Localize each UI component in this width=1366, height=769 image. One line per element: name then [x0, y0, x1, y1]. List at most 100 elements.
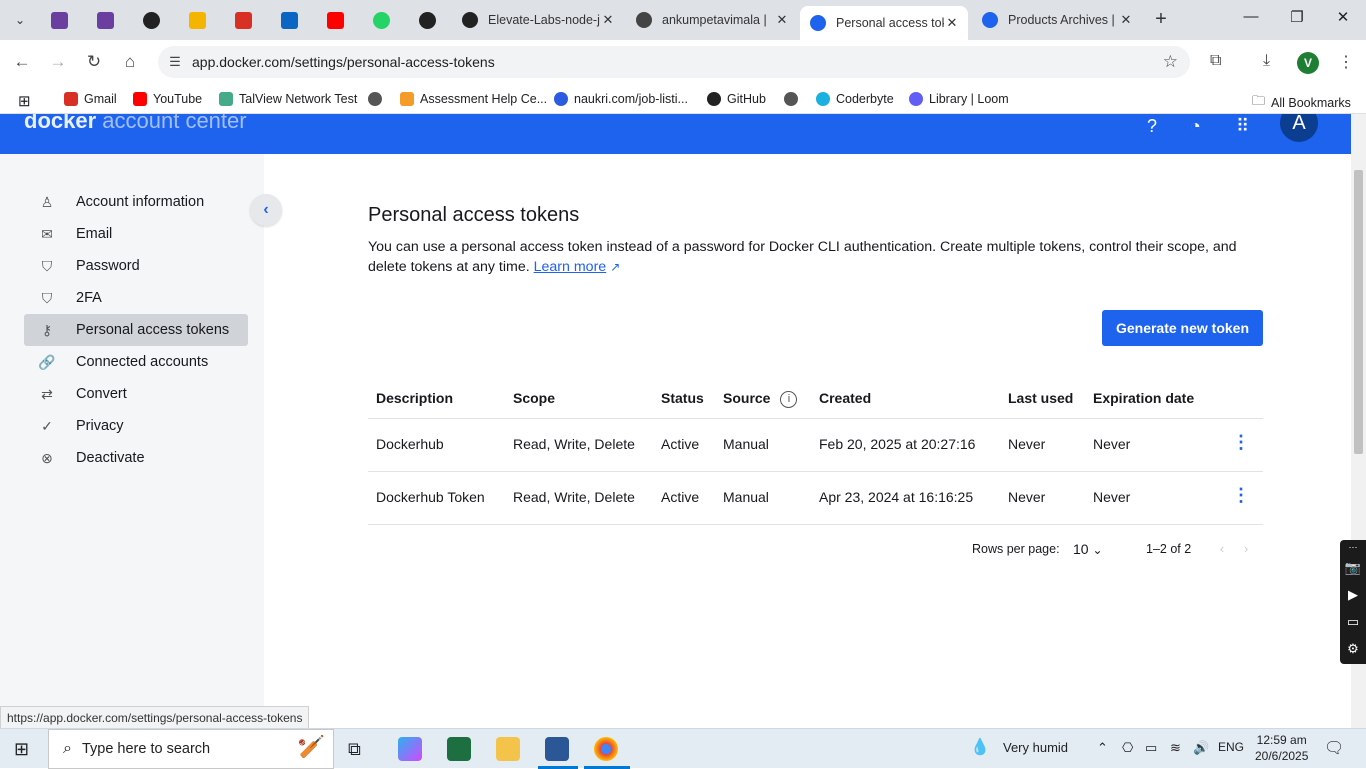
- user-avatar[interactable]: A: [1280, 114, 1318, 142]
- back-arrow-icon[interactable]: ←: [10, 52, 34, 72]
- bookmark-star-icon[interactable]: ☆: [1163, 52, 1178, 72]
- tab-elevate-labs[interactable]: Elevate-Labs-node-j ✕: [452, 6, 624, 34]
- help-icon[interactable]: ?: [1147, 116, 1157, 137]
- wifi-icon[interactable]: ≋: [1170, 740, 1181, 756]
- sidebar-item-convert[interactable]: ⇄ Convert: [24, 378, 248, 410]
- volume-icon[interactable]: 🔊: [1193, 740, 1209, 756]
- profile-avatar[interactable]: V: [1297, 52, 1319, 74]
- sidebar-item-connected-accounts[interactable]: 🔗 Connected accounts: [24, 346, 248, 378]
- bookmark-coderbyte[interactable]: Coderbyte: [816, 92, 894, 106]
- notifications-icon[interactable]: ◔: [1190, 116, 1201, 137]
- sidebar-item-account-information[interactable]: ♙ Account information: [24, 186, 248, 218]
- close-icon[interactable]: ✕: [944, 15, 960, 31]
- camera-icon[interactable]: 📷: [1340, 554, 1366, 581]
- language-indicator[interactable]: ENG: [1218, 740, 1244, 754]
- taskbar-search-box[interactable]: ⌕ Type here to search 🏏: [48, 729, 334, 769]
- close-icon[interactable]: ✕: [1118, 12, 1134, 28]
- window-icon[interactable]: ▭: [1340, 608, 1366, 635]
- bookmark-gmail[interactable]: Gmail: [64, 92, 117, 106]
- battery-icon[interactable]: ▭: [1145, 740, 1157, 756]
- next-page-icon[interactable]: ›: [1244, 542, 1248, 556]
- pinned-tab-gmail[interactable]: [230, 8, 256, 32]
- window-close-button[interactable]: ✕: [1328, 8, 1358, 26]
- video-icon[interactable]: ▶: [1340, 581, 1366, 608]
- download-icon[interactable]: ⤓: [1263, 52, 1270, 70]
- pinned-tab-forms-2[interactable]: [92, 8, 118, 32]
- extensions-icon[interactable]: ⧉: [1210, 52, 1221, 70]
- column-header-expiration-date[interactable]: Expiration date: [1093, 390, 1194, 406]
- pinned-tab-forms[interactable]: [46, 8, 72, 32]
- rows-per-page-label: Rows per page:: [972, 542, 1060, 556]
- generate-new-token-button[interactable]: Generate new token: [1102, 310, 1263, 346]
- more-icon[interactable]: ⋯: [1340, 540, 1366, 554]
- meet-icon[interactable]: ⎔: [1122, 740, 1133, 756]
- address-bar[interactable]: ☰ app.docker.com/settings/personal-acces…: [158, 46, 1190, 78]
- bookmark-assessment-help[interactable]: Assessment Help Ce...: [400, 92, 547, 106]
- prev-page-icon[interactable]: ‹: [1220, 542, 1224, 556]
- pinned-tab-linkedin[interactable]: [276, 8, 302, 32]
- close-icon[interactable]: ✕: [600, 12, 616, 28]
- scrollbar-thumb[interactable]: [1354, 170, 1363, 454]
- docker-logo[interactable]: docker account center: [24, 114, 247, 134]
- pinned-tab-github[interactable]: [414, 8, 440, 32]
- column-header-description[interactable]: Description: [376, 390, 453, 406]
- file-explorer-icon[interactable]: [496, 737, 520, 761]
- apps-grid-icon[interactable]: ⠿: [1236, 116, 1249, 137]
- bookmark-naukri[interactable]: naukri.com/job-listi...: [554, 92, 688, 106]
- pinned-tab-whatsapp[interactable]: [368, 8, 394, 32]
- task-view-icon[interactable]: ⧉: [348, 737, 372, 761]
- excel-icon[interactable]: [447, 737, 471, 761]
- bookmark-youtube[interactable]: YouTube: [133, 92, 202, 106]
- sidebar-item-password[interactable]: ⛉ Password: [24, 250, 248, 282]
- learn-more-link[interactable]: Learn more: [534, 259, 607, 275]
- row-actions-kebab-icon[interactable]: ⋮: [1232, 485, 1250, 506]
- forward-arrow-icon[interactable]: →: [46, 52, 70, 72]
- rows-per-page-select[interactable]: 10 ⌄: [1073, 541, 1103, 557]
- column-header-status[interactable]: Status: [661, 390, 704, 406]
- home-icon[interactable]: ⌂: [118, 52, 142, 72]
- new-tab-button[interactable]: +: [1150, 8, 1172, 31]
- column-header-created[interactable]: Created: [819, 390, 871, 406]
- chevron-up-icon[interactable]: ⌃: [1097, 740, 1108, 756]
- collapse-sidebar-button[interactable]: ‹: [250, 194, 282, 226]
- site-info-icon[interactable]: ☰: [158, 54, 192, 70]
- minimize-button[interactable]: —: [1236, 8, 1266, 25]
- word-icon[interactable]: [545, 737, 569, 761]
- info-icon[interactable]: i: [780, 390, 798, 408]
- windows-start-icon[interactable]: ⊞: [14, 739, 29, 760]
- all-bookmarks-button[interactable]: 🗀 All Bookmarks: [1252, 92, 1351, 114]
- tab-profile[interactable]: ankumpetavimala | ✕: [626, 6, 798, 34]
- row-actions-kebab-icon[interactable]: ⋮: [1232, 432, 1250, 453]
- reload-icon[interactable]: ↻: [82, 52, 106, 72]
- bookmark-loom[interactable]: Library | Loom: [909, 92, 1009, 106]
- taskbar-clock[interactable]: 12:59 am 20/6/2025: [1255, 732, 1308, 764]
- bookmark-talview[interactable]: TalView Network Test: [219, 92, 357, 106]
- column-header-last-used[interactable]: Last used: [1008, 390, 1073, 406]
- bookmark-globe-2[interactable]: [784, 92, 804, 106]
- column-header-source[interactable]: Source i: [723, 390, 798, 408]
- apps-grid-icon[interactable]: ⊞: [18, 92, 31, 110]
- sidebar-item-2fa[interactable]: ⛉ 2FA: [24, 282, 248, 314]
- restore-button[interactable]: ❐: [1282, 8, 1312, 26]
- bookmark-globe-1[interactable]: [368, 92, 388, 106]
- tab-search-icon[interactable]: ⌄: [8, 8, 32, 32]
- bookmark-github[interactable]: GitHub: [707, 92, 766, 106]
- notification-center-icon[interactable]: 🗨: [1324, 738, 1344, 758]
- column-header-scope[interactable]: Scope: [513, 390, 555, 406]
- sidebar-item-deactivate[interactable]: ⊗ Deactivate: [24, 442, 248, 474]
- weather-text[interactable]: Very humid: [1003, 740, 1068, 755]
- weather-icon[interactable]: 💧: [970, 737, 990, 757]
- pinned-tab-youtube[interactable]: [322, 8, 348, 32]
- close-icon[interactable]: ✕: [774, 12, 790, 28]
- sidebar-item-email[interactable]: ✉ Email: [24, 218, 248, 250]
- sidebar-item-personal-access-tokens[interactable]: ⚷ Personal access tokens: [24, 314, 248, 346]
- chrome-icon[interactable]: [594, 737, 618, 761]
- pinned-tab-openai[interactable]: [138, 8, 164, 32]
- chrome-menu-icon[interactable]: ⋮: [1338, 52, 1354, 72]
- tab-products-archives[interactable]: Products Archives | ✕: [972, 6, 1142, 34]
- sidebar-item-privacy[interactable]: ✓ Privacy: [24, 410, 248, 442]
- tab-personal-access-tokens[interactable]: Personal access tok ✕: [800, 6, 968, 40]
- pinned-tab-drive[interactable]: [184, 8, 210, 32]
- settings-gear-icon[interactable]: ⚙: [1340, 635, 1366, 662]
- copilot-icon[interactable]: [398, 737, 422, 761]
